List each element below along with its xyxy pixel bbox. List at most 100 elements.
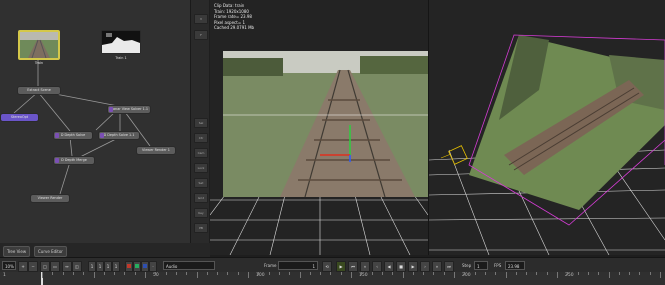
timeline-tick bbox=[443, 272, 445, 275]
node-thumbnail-train-1[interactable]: Train 1 bbox=[101, 30, 141, 60]
blue-channel-button[interactable] bbox=[141, 261, 149, 272]
timeline-tick-label: 150 bbox=[359, 273, 368, 278]
loop-icon[interactable]: ⟲ bbox=[322, 261, 332, 272]
fast-forward-icon[interactable]: » bbox=[432, 261, 442, 272]
pan-icon[interactable]: ↔ bbox=[62, 261, 72, 272]
alpha-channel-button[interactable]: · bbox=[149, 261, 157, 272]
sidebar-button[interactable]: V bbox=[194, 14, 208, 24]
step-forward-icon[interactable]: › bbox=[420, 261, 430, 272]
sidebar-button[interactable]: F bbox=[194, 30, 208, 40]
timeline-tick bbox=[433, 272, 435, 275]
frame-label: Frame bbox=[264, 263, 277, 268]
timeline-tick bbox=[587, 272, 589, 275]
timeline-tick bbox=[412, 272, 414, 275]
timeline-tick bbox=[474, 272, 476, 275]
timeline-tick bbox=[278, 272, 280, 275]
play-icon[interactable]: ▶ bbox=[408, 261, 418, 272]
sidebar-button[interactable]: Grid bbox=[194, 193, 208, 203]
timeline-tick bbox=[217, 272, 219, 275]
tab-tree-view[interactable]: Tree View bbox=[3, 246, 31, 257]
tab-curve-editor[interactable]: Curve Editor bbox=[34, 246, 67, 257]
fps-field[interactable]: 23.98 bbox=[505, 261, 525, 270]
one-to-one-icon[interactable]: 1 bbox=[96, 261, 104, 272]
zoom-in-icon[interactable]: + bbox=[18, 261, 28, 272]
viewer-3d-canvas bbox=[429, 34, 665, 255]
fps-label: FPS bbox=[494, 263, 502, 268]
timeline-tick bbox=[237, 272, 239, 275]
viewer-side-toolbar: V F Sel Ctr Cam Lock Set Grid Key PB bbox=[191, 0, 209, 243]
matte-thumbnail bbox=[102, 31, 140, 53]
timeline-tick bbox=[351, 272, 352, 278]
timeline-tick bbox=[505, 272, 507, 278]
node-planar-view-solver[interactable]: Planar View Solver 1.1 bbox=[107, 105, 151, 114]
timeline-tick bbox=[114, 272, 116, 275]
sidebar-button[interactable]: Key bbox=[194, 208, 208, 218]
stop-icon[interactable]: ■ bbox=[396, 261, 406, 272]
timeline-tick bbox=[62, 272, 64, 275]
playback-toolbar: 10% + − □ ▭ ↔ ◫ 1 1 1 1 · Audio Frame 1 … bbox=[0, 257, 665, 273]
channel-select[interactable]: Audio bbox=[163, 261, 215, 270]
timeline-tick bbox=[526, 272, 528, 275]
timeline-tick bbox=[206, 272, 208, 275]
node-label: Viewer Render 1 bbox=[142, 148, 170, 152]
sidebar-button[interactable]: Lock bbox=[194, 163, 208, 173]
node-label: StereoOpt bbox=[10, 115, 29, 119]
link-extract-depth bbox=[37, 91, 71, 132]
node-label: Extract Scene bbox=[27, 88, 51, 92]
one-to-one-icon[interactable]: 1 bbox=[104, 261, 112, 272]
node-viewer-render[interactable]: Viewer Render bbox=[30, 194, 70, 203]
timeline-tick bbox=[515, 272, 517, 275]
timeline-tick bbox=[454, 272, 455, 278]
bottom-tab-bar: Tree View Curve Editor bbox=[0, 243, 210, 257]
node-depth-solve-1-1[interactable]: D Depth Solve 1.1 bbox=[98, 131, 140, 140]
viewer-3d[interactable] bbox=[429, 0, 665, 255]
node-graph-panel[interactable]: Train Train 1 Extract Scene StereoOpt Pl… bbox=[0, 0, 191, 243]
node-viewer-render-1[interactable]: Viewer Render 1 bbox=[136, 146, 176, 155]
timeline-tick bbox=[93, 272, 95, 278]
timeline-tick bbox=[402, 272, 404, 278]
timeline[interactable]: 1 50 100 150 200 250 bbox=[0, 272, 665, 285]
thumb-label: Train 1 bbox=[115, 56, 127, 60]
green-channel-button[interactable] bbox=[133, 261, 141, 272]
go-end-icon[interactable]: ⏭ bbox=[444, 261, 454, 272]
timeline-tick bbox=[618, 272, 620, 275]
timeline-tick bbox=[258, 272, 260, 275]
sidebar-button[interactable]: Sel bbox=[194, 118, 208, 128]
node-depth-solve[interactable]: D Depth Solve bbox=[53, 131, 93, 140]
timeline-tick bbox=[196, 272, 198, 278]
sidebar-button[interactable]: Ctr bbox=[194, 133, 208, 143]
play-mode-icon[interactable]: ▶ bbox=[336, 261, 346, 272]
sidebar-button[interactable]: Cam bbox=[194, 148, 208, 158]
zoom-field[interactable]: 10% bbox=[2, 261, 16, 270]
link-merge-viewer bbox=[59, 161, 71, 195]
frame-field[interactable]: 1 bbox=[278, 261, 318, 270]
sidebar-button[interactable]: PB bbox=[194, 223, 208, 233]
play-reverse-icon[interactable]: ◀ bbox=[384, 261, 394, 272]
sidebar-button[interactable]: Set bbox=[194, 178, 208, 188]
timeline-tick bbox=[268, 272, 270, 275]
rewind-icon[interactable]: « bbox=[360, 261, 370, 272]
fit-icon[interactable]: □ bbox=[40, 261, 50, 272]
link-depth11-merge bbox=[79, 137, 119, 158]
viewer-2d[interactable]: Clip Data: train Train: 1920x1080 Frame … bbox=[210, 0, 429, 255]
zoom-out-icon[interactable]: − bbox=[28, 261, 38, 272]
one-to-one-icon[interactable]: 1 bbox=[88, 261, 96, 272]
view-icon[interactable]: ◫ bbox=[72, 261, 82, 272]
timeline-tick bbox=[72, 272, 74, 275]
green-swatch-icon bbox=[135, 264, 139, 268]
red-swatch-icon bbox=[127, 264, 131, 268]
rail-track-thumbnail bbox=[20, 32, 58, 59]
timeline-tick bbox=[124, 272, 126, 275]
node-extract-scene[interactable]: Extract Scene bbox=[17, 86, 61, 95]
frame-icon[interactable]: ▭ bbox=[50, 261, 60, 272]
step-field[interactable]: 1 bbox=[474, 261, 488, 270]
node-thumbnail-train[interactable]: Train bbox=[18, 30, 60, 65]
node-stereo-opt[interactable]: StereoOpt bbox=[0, 113, 39, 122]
node-label: D Depth Solve 1.1 bbox=[103, 133, 135, 137]
node-depth-merge[interactable]: D Depth Merge bbox=[53, 156, 95, 165]
go-start-icon[interactable]: ⏮ bbox=[348, 261, 358, 272]
red-channel-button[interactable] bbox=[125, 261, 133, 272]
step-back-icon[interactable]: ‹ bbox=[372, 261, 382, 272]
timeline-tick bbox=[227, 272, 229, 275]
one-to-one-icon[interactable]: 1 bbox=[112, 261, 120, 272]
